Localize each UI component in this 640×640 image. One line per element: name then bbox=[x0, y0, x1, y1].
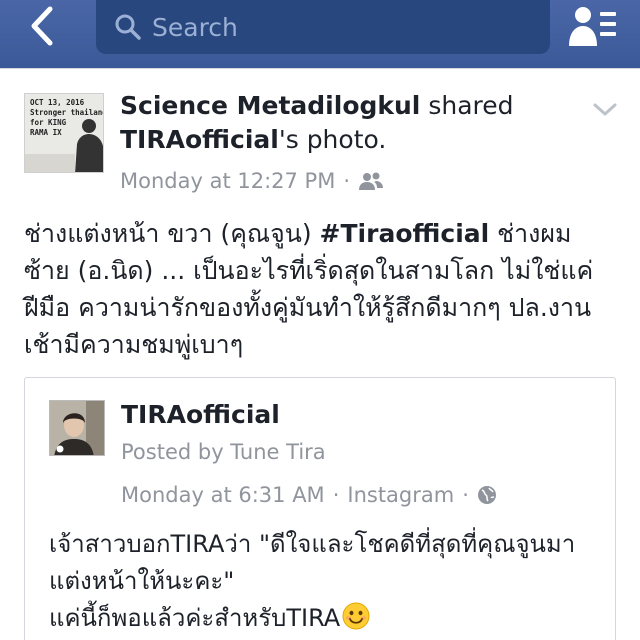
source-link[interactable]: Instagram bbox=[347, 483, 454, 507]
friend-requests-button[interactable] bbox=[566, 4, 620, 50]
post-header: Science Metadilogkul shared TIRAofficial… bbox=[120, 89, 590, 157]
shared-body-line: เจ้าสาวบอกTIRAว่า "ดีใจและโชคดีที่สุดที่… bbox=[49, 530, 576, 595]
portrait-image bbox=[50, 401, 104, 455]
friends-icon bbox=[359, 172, 384, 190]
news-feed-post: OCT 13, 2016 Stronger thailand for KING … bbox=[0, 68, 640, 640]
meta-separator: · bbox=[343, 169, 351, 193]
shared-author-avatar[interactable] bbox=[49, 400, 105, 456]
silhouette-image bbox=[25, 119, 103, 172]
globe-icon bbox=[477, 486, 496, 504]
back-button[interactable] bbox=[20, 4, 64, 48]
author-avatar[interactable]: OCT 13, 2016 Stronger thailand for KING … bbox=[24, 93, 104, 173]
shared-meta: Monday at 6:31 AM · Instagram · bbox=[121, 480, 497, 510]
shared-timestamp[interactable]: Monday at 6:31 AM bbox=[121, 483, 325, 507]
search-box[interactable] bbox=[96, 0, 550, 54]
shared-photo-link[interactable]: 's photo. bbox=[279, 125, 386, 154]
shared-post-body: เจ้าสาวบอกTIRAว่า "ดีใจและโชคดีที่สุดที่… bbox=[49, 526, 601, 637]
post-body-text: ช่างแต่งหน้า ขวา (คุณจูน) bbox=[24, 219, 320, 248]
chevron-down-icon bbox=[593, 103, 617, 116]
post-meta: Monday at 12:27 PM · bbox=[120, 166, 384, 196]
smiling-face-icon bbox=[342, 602, 370, 630]
post-timestamp[interactable]: Monday at 12:27 PM bbox=[120, 169, 335, 193]
meta-separator: · bbox=[332, 483, 340, 507]
top-navigation-bar bbox=[0, 0, 640, 68]
shared-post-card[interactable]: TIRAofficial Posted by Tune Tira Monday … bbox=[24, 377, 616, 640]
search-input[interactable] bbox=[152, 12, 532, 42]
shared-body-text: แค่นี้ก็พอแล้วค่ะสำหรับTIRA bbox=[49, 604, 341, 632]
author-name[interactable]: Science Metadilogkul bbox=[120, 91, 420, 120]
meta-separator: · bbox=[462, 483, 469, 507]
chevron-left-icon bbox=[31, 6, 53, 46]
post-options-button[interactable] bbox=[590, 97, 620, 121]
friend-requests-icon bbox=[569, 7, 616, 46]
posted-by[interactable]: Posted by Tune Tira bbox=[121, 440, 326, 464]
shared-body-line-2: แค่นี้ก็พอแล้วค่ะสำหรับTIRA bbox=[49, 600, 601, 637]
shared-author-name[interactable]: TIRAofficial bbox=[121, 400, 280, 429]
shared-owner-link[interactable]: TIRAofficial bbox=[120, 125, 279, 154]
share-action: shared bbox=[428, 91, 514, 120]
post-body: ช่างแต่งหน้า ขวา (คุณจูน) #Tiraofficial … bbox=[24, 215, 624, 363]
hashtag-link[interactable]: #Tiraofficial bbox=[320, 219, 490, 248]
search-icon bbox=[115, 14, 141, 40]
